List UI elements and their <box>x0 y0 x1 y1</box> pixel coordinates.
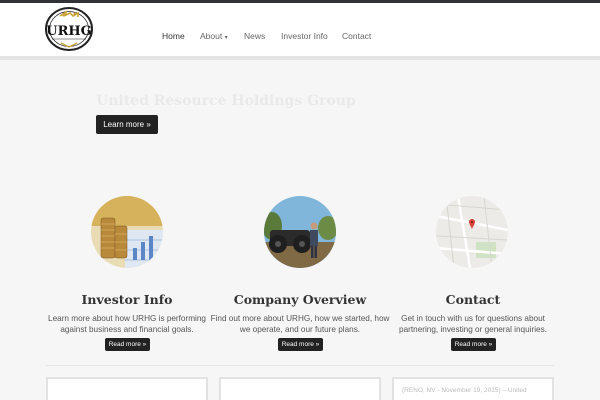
nav-investor-info[interactable]: Investor Info <box>281 31 328 41</box>
news-card[interactable] <box>46 377 208 400</box>
map-image[interactable] <box>436 196 508 268</box>
urhg-logo[interactable]: URHG <box>44 6 94 52</box>
chevron-down-icon: ▾ <box>224 35 228 41</box>
nav-news[interactable]: News <box>244 31 265 41</box>
learn-more-button[interactable]: Learn more » <box>96 115 158 134</box>
nav-home[interactable]: Home <box>162 31 185 41</box>
news-card[interactable]: (RENO, NV - November 19, 2015) – United <box>392 377 554 400</box>
feature-text-investor-info: Learn more about how URHG is performing … <box>48 314 206 334</box>
hero-title: United Resource Holdings Group <box>96 93 356 109</box>
nav-contact[interactable]: Contact <box>342 31 371 41</box>
machinery-photo[interactable] <box>264 196 336 268</box>
feature-text-company-overview: Find out more about URHG, how we started… <box>210 314 390 334</box>
section-divider <box>46 365 554 366</box>
feature-title-investor-info: Investor Info <box>81 292 173 307</box>
header-shadow <box>0 56 600 60</box>
read-more-contact-button[interactable]: Read more » <box>451 338 496 351</box>
read-more-company-button[interactable]: Read more » <box>278 338 323 351</box>
logo-text: URHG <box>46 24 92 39</box>
news-card-text: (RENO, NV - November 19, 2015) – United <box>402 387 527 394</box>
feature-title-contact: Contact <box>445 292 501 307</box>
coins-chart-image[interactable] <box>91 196 163 268</box>
news-card[interactable] <box>219 377 381 400</box>
read-more-investor-button[interactable]: Read more » <box>105 338 150 351</box>
feature-title-company-overview: Company Overview <box>233 292 367 307</box>
feature-text-contact: Get in touch with us for questions about… <box>399 314 547 334</box>
nav-about[interactable]: About ▾ <box>200 31 228 41</box>
